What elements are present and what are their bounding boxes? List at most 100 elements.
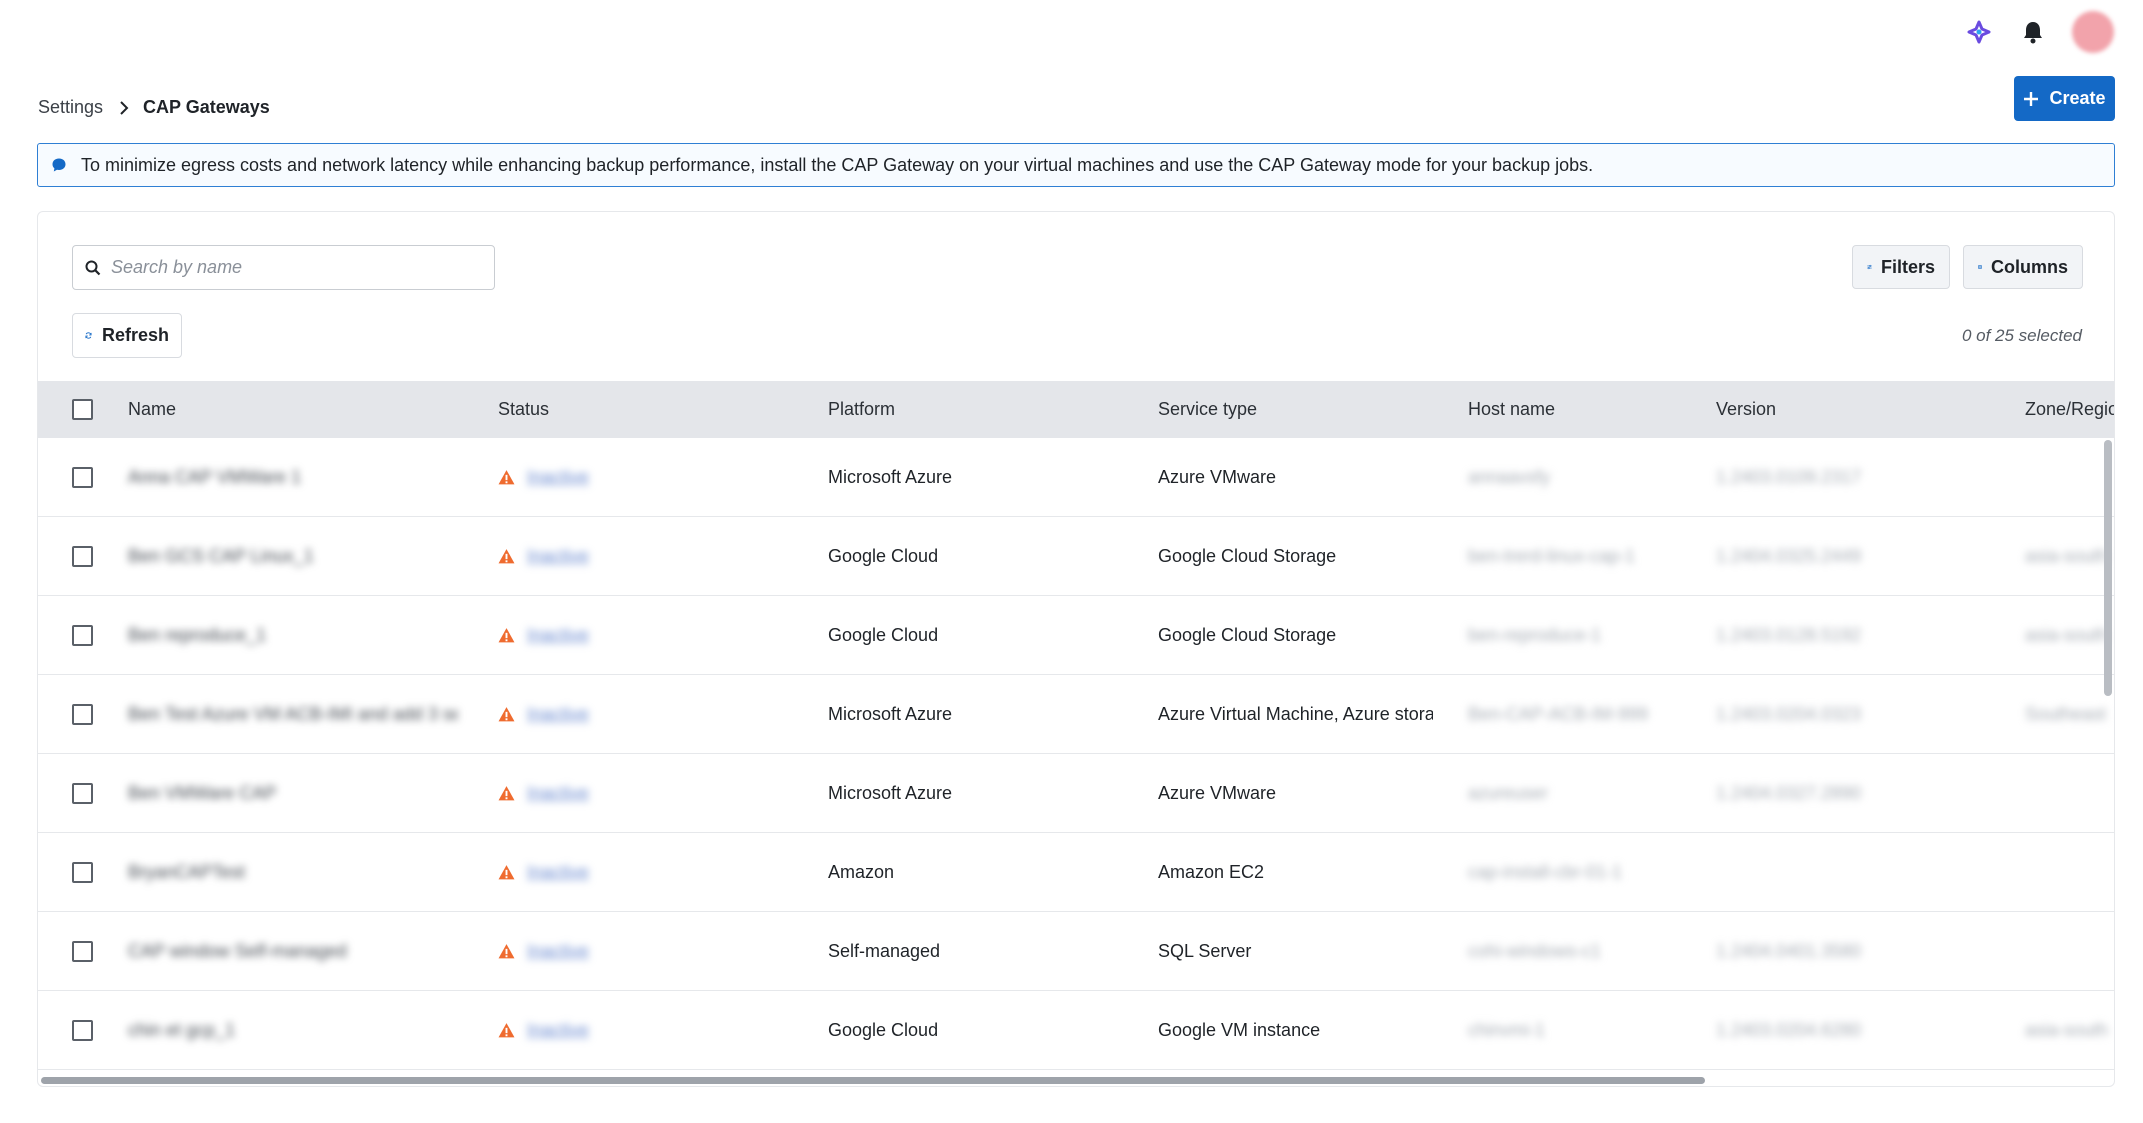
filters-button[interactable]: Filters	[1852, 245, 1950, 289]
service-type-cell: SQL Server	[1158, 941, 1252, 961]
bell-icon[interactable]	[2015, 14, 2051, 50]
row-checkbox[interactable]	[72, 546, 93, 567]
table-row[interactable]: Ben VMWare CAP Inactive Microsoft Azure Azu…	[38, 754, 2114, 833]
service-type-cell: Google Cloud Storage	[1158, 546, 1337, 566]
platform-cell: Microsoft Azure	[828, 783, 953, 803]
page-title: CAP Gateways	[143, 97, 270, 117]
zone-region-cell: Southeast	[2025, 704, 2107, 724]
status-text[interactable]: Inactive	[527, 625, 589, 646]
version-cell: 1.2403.0204.6280	[1716, 1020, 1862, 1040]
search-input[interactable]	[111, 257, 481, 278]
version-cell: 1.2404.0327.2890	[1716, 783, 1862, 803]
column-header-host-name[interactable]: Host name	[1468, 381, 1708, 438]
column-header-version[interactable]: Version	[1716, 381, 1976, 438]
status-cell: Inactive	[498, 912, 698, 991]
table-row[interactable]: chin et gcp_1 Inactive Google Cloud Google …	[38, 991, 2114, 1070]
service-type-cell: Google Cloud Storage	[1158, 625, 1337, 645]
horizontal-scrollbar[interactable]	[41, 1077, 1705, 1084]
row-checkbox[interactable]	[72, 941, 93, 962]
gateway-name[interactable]: Ben Test Azure VM ACB-IMI and add 3 se..…	[128, 675, 458, 754]
service-type-cell: Google VM instance	[1158, 1020, 1321, 1040]
breadcrumb: Settings CAP Gateways	[38, 97, 270, 118]
create-button[interactable]: Create	[2014, 76, 2115, 121]
gateway-name[interactable]: Anna CAP VMWare 1	[128, 438, 458, 517]
row-checkbox[interactable]	[72, 1020, 93, 1041]
column-header-service-type[interactable]: Service type	[1158, 381, 1433, 438]
row-checkbox[interactable]	[72, 783, 93, 804]
row-checkbox-cell	[72, 912, 93, 991]
columns-button[interactable]: Columns	[1963, 245, 2083, 289]
column-header-status[interactable]: Status	[498, 381, 698, 438]
service-type-cell: Amazon EC2	[1158, 862, 1265, 882]
row-checkbox-cell	[72, 754, 93, 833]
platform-cell: Microsoft Azure	[828, 704, 953, 724]
row-checkbox-cell	[72, 833, 93, 912]
refresh-button[interactable]: Refresh	[72, 313, 182, 358]
status-text[interactable]: Inactive	[527, 941, 589, 962]
search-icon	[85, 260, 101, 275]
host-name-cell: azureuser	[1468, 783, 1549, 803]
host-name-cell: cap-install-cbr-01-1	[1468, 862, 1623, 882]
gateway-name[interactable]: chin et gcp_1	[128, 991, 458, 1070]
table-row[interactable]: CAP window Self-managed Inactive Self-mana…	[38, 912, 2114, 991]
warning-icon	[498, 707, 515, 722]
status-text[interactable]: Inactive	[527, 467, 589, 488]
warning-icon	[498, 549, 515, 564]
status-cell: Inactive	[498, 596, 698, 675]
chevron-right-icon	[119, 100, 129, 115]
zone-region-cell: asia-south	[2025, 625, 2109, 645]
plus-icon	[2024, 91, 2039, 106]
version-cell	[1716, 833, 1976, 912]
zone-region-cell	[2025, 754, 2114, 833]
copilot-icon[interactable]	[1961, 14, 1997, 50]
row-checkbox[interactable]	[72, 704, 93, 725]
info-banner: To minimize egress costs and network lat…	[37, 143, 2115, 187]
platform-cell: Google Cloud	[828, 625, 939, 645]
status-text[interactable]: Inactive	[527, 783, 589, 804]
version-cell: 1.2404.0325.2449	[1716, 546, 1862, 566]
warning-icon	[498, 786, 515, 801]
avatar[interactable]	[2072, 11, 2114, 53]
selection-count: 0 of 25 selected	[1961, 326, 2082, 345]
host-name-cell: Ben-CAP-ACB-IM-999	[1468, 704, 1649, 724]
table-row[interactable]: Ben GCS CAP Linux_1 Inactive Google Cloud G…	[38, 517, 2114, 596]
status-text[interactable]: Inactive	[527, 1020, 589, 1041]
filters-label: Filters	[1880, 256, 1935, 277]
status-text[interactable]: Inactive	[527, 862, 589, 883]
gateway-name[interactable]: Ben GCS CAP Linux_1	[128, 517, 458, 596]
select-all-checkbox[interactable]	[72, 399, 93, 420]
status-text[interactable]: Inactive	[527, 546, 589, 567]
vertical-scrollbar[interactable]	[2104, 440, 2112, 696]
status-text[interactable]: Inactive	[527, 704, 589, 725]
status-cell: Inactive	[498, 833, 698, 912]
zone-region-cell	[2025, 833, 2114, 912]
table-row[interactable]: BryanCAPTest Inactive Amazon Amazon EC2 cap-…	[38, 833, 2114, 912]
row-checkbox[interactable]	[72, 625, 93, 646]
table-row[interactable]: Ben Test Azure VM ACB-IMI and add 3 se..…	[38, 675, 2114, 754]
column-header-name[interactable]: Name	[128, 381, 458, 438]
column-header-zone-region[interactable]: Zone/Region	[2025, 381, 2114, 438]
service-type-cell: Azure VMware	[1158, 467, 1277, 487]
platform-cell: Amazon	[828, 862, 895, 882]
warning-icon	[498, 865, 515, 880]
version-cell: 1.2404.0401.3580	[1716, 941, 1862, 961]
gateway-name[interactable]: BryanCAPTest	[128, 833, 458, 912]
breadcrumb-settings[interactable]: Settings	[38, 97, 103, 118]
row-checkbox-cell	[72, 675, 93, 754]
column-header-platform[interactable]: Platform	[828, 381, 1128, 438]
row-checkbox[interactable]	[72, 862, 93, 883]
columns-icon	[1978, 265, 1982, 269]
warning-icon	[498, 470, 515, 485]
search-box[interactable]	[72, 245, 495, 290]
gateway-name[interactable]: Ben VMWare CAP	[128, 754, 458, 833]
gateway-name[interactable]: Ben reproduce_1	[128, 596, 458, 675]
row-checkbox[interactable]	[72, 467, 93, 488]
table-row[interactable]: Ben reproduce_1 Inactive Google Cloud Googl…	[38, 596, 2114, 675]
warning-icon	[498, 628, 515, 643]
host-name-cell: chinvmi-1	[1468, 1020, 1546, 1040]
table-row[interactable]: Anna CAP VMWare 1 Inactive Microsoft Azure…	[38, 438, 2114, 517]
gateway-name[interactable]: CAP window Self-managed	[128, 912, 458, 991]
row-checkbox-cell	[72, 596, 93, 675]
gateways-card: Filters Columns Refresh 0 of 25 selected…	[37, 211, 2115, 1087]
host-name-cell: annaavsfy	[1468, 467, 1551, 487]
